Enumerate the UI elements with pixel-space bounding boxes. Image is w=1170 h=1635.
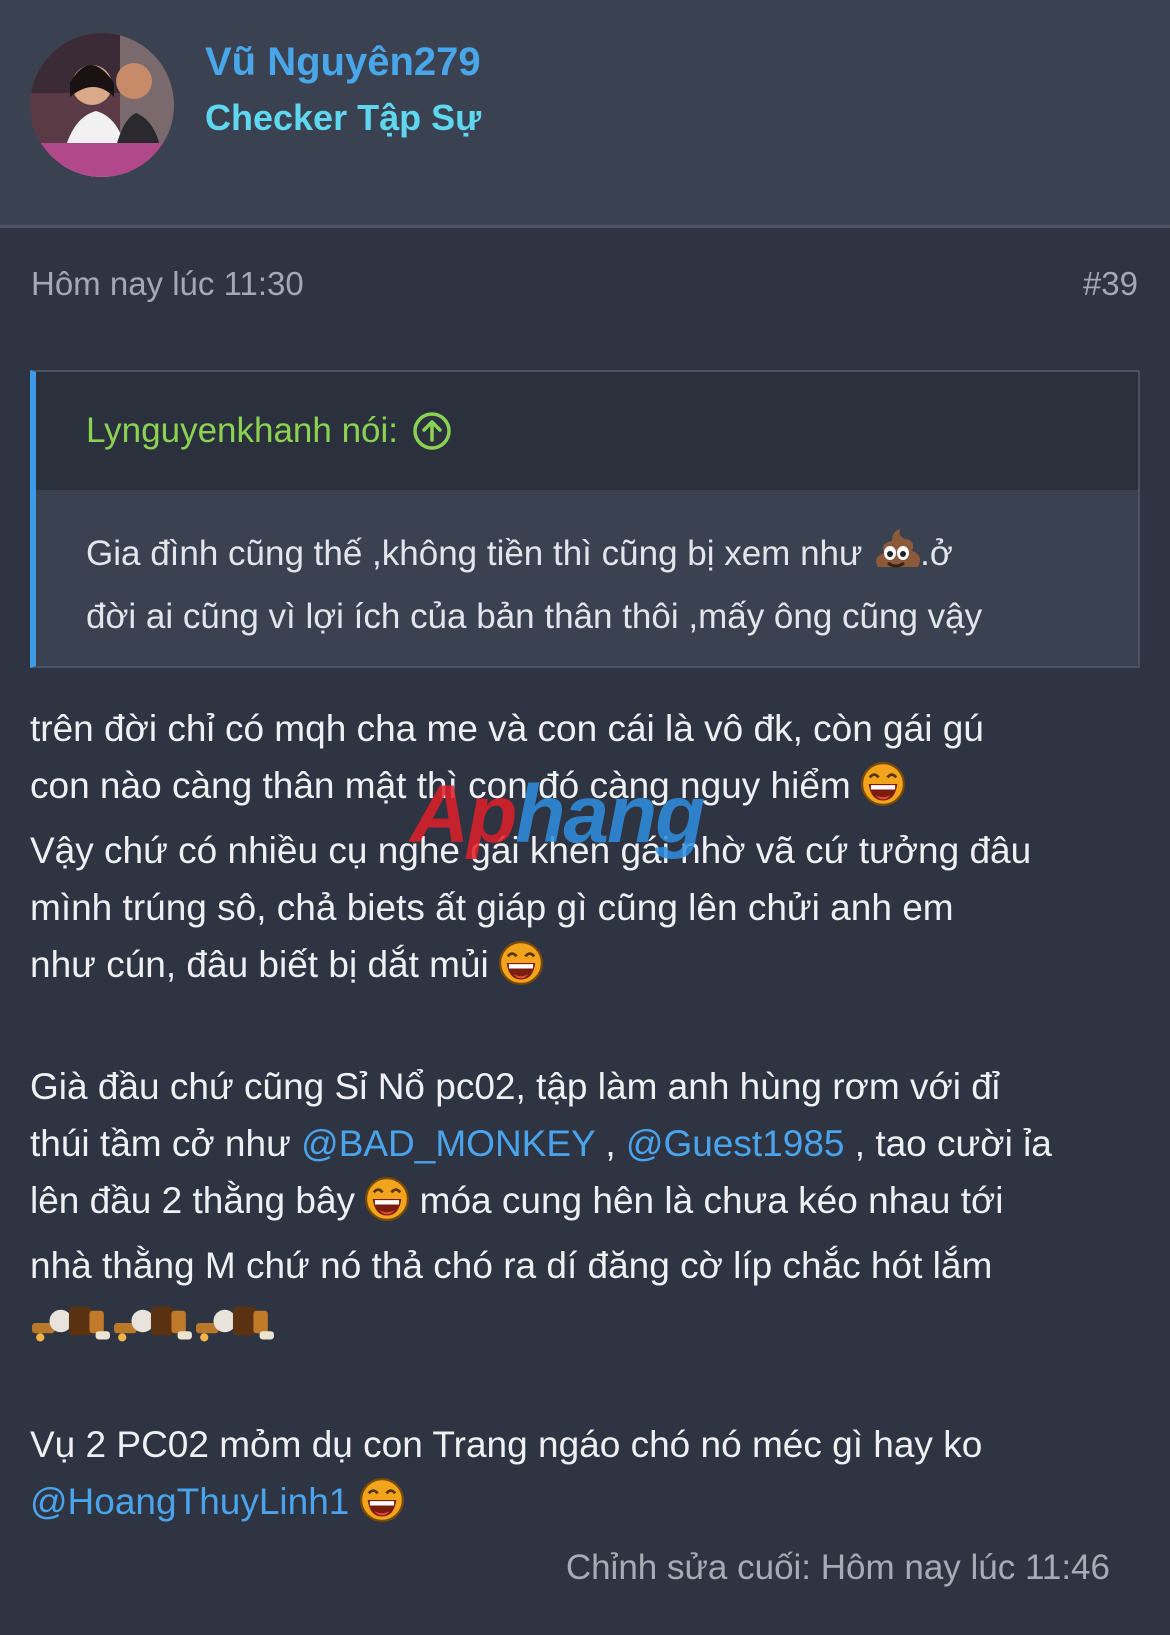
post-content: trên đời chỉ có mqh cha me và con cái là…	[30, 700, 1150, 1538]
laughing-emoji	[365, 1176, 410, 1237]
content-line: Vậy chứ có nhiều cụ nghe gái khen gái nh…	[30, 830, 1032, 871]
content-text: ,	[595, 1123, 626, 1164]
mention-link[interactable]: @Guest1985	[626, 1123, 845, 1164]
quote-author[interactable]: Lynguyenkhanh nói:	[86, 411, 398, 451]
laughing-emoji	[359, 1477, 404, 1538]
quote-block: Lynguyenkhanh nói: Gia đình cũng thế ,kh…	[30, 370, 1140, 668]
post-header: Vũ Nguyên279 Checker Tập Sự	[0, 0, 1170, 228]
content-text: , tao cười ỉa	[844, 1123, 1052, 1164]
content-line: @HoangThuyLinh1	[30, 1473, 1150, 1538]
rocket-emoji	[30, 1299, 112, 1359]
content-line: nhà thằng M chứ nó thả chó ra dí đăng cờ…	[30, 1245, 993, 1286]
content-line: mình trúng sô, chả biets ất giáp gì cũng…	[30, 887, 954, 928]
poop-emoji	[872, 527, 921, 589]
avatar[interactable]	[30, 33, 174, 177]
content-line: như cún, đâu biết bị dắt mủi	[30, 936, 1150, 1001]
content-text: con nào càng thân mật thì con đó càng ng…	[30, 765, 862, 806]
rocket-emoji	[194, 1299, 276, 1359]
content-text: lên đầu 2 thằng bây	[30, 1180, 366, 1221]
content-line	[30, 1294, 1150, 1359]
laughing-emoji	[498, 940, 544, 1001]
content-text: như cún, đâu biết bị dắt mủi	[30, 944, 500, 985]
mention-link[interactable]: @BAD_MONKEY	[301, 1123, 595, 1164]
avatar-photo	[30, 33, 174, 177]
content-line: Già đầu chứ cũng Sỉ Nổ pc02, tập làm anh…	[30, 1066, 1001, 1107]
laughing-emoji	[860, 761, 906, 822]
quote-text: Gia đình cũng thế ,không tiền thì cũng b…	[86, 534, 873, 573]
post-number[interactable]: #39	[1083, 265, 1138, 303]
quote-header: Lynguyenkhanh nói:	[36, 372, 1138, 490]
content-line: thúi tầm cở như @BAD_MONKEY , @Guest1985…	[30, 1115, 1150, 1172]
quote-text: .ở	[920, 534, 953, 573]
content-text: thúi tầm cở như	[30, 1123, 302, 1164]
arrow-up-circle-icon[interactable]	[412, 411, 452, 451]
quote-body: Gia đình cũng thế ,không tiền thì cũng b…	[36, 490, 1138, 644]
post-timestamp[interactable]: Hôm nay lúc 11:30	[31, 265, 304, 303]
last-edited-note: Chỉnh sửa cuối: Hôm nay lúc 11:46	[565, 1548, 1110, 1587]
quote-line: đời ai cũng vì lợi ích của bản thân thôi…	[86, 597, 983, 636]
content-line: Vụ 2 PC02 mỏm dụ con Trang ngáo chó nó m…	[30, 1424, 983, 1465]
mention-link[interactable]: @HoangThuyLinh1	[30, 1481, 349, 1522]
quote-line: Gia đình cũng thế ,không tiền thì cũng b…	[86, 526, 1098, 589]
content-line: trên đời chỉ có mqh cha me và con cái là…	[30, 708, 984, 749]
content-line: lên đầu 2 thằng bây móa cung hên là chưa…	[30, 1172, 1150, 1237]
rocket-emoji	[112, 1299, 194, 1359]
user-title: Checker Tập Sự	[205, 97, 482, 138]
content-line: con nào càng thân mật thì con đó càng ng…	[30, 757, 1150, 822]
content-text: móa cung hên là chưa kéo nhau tới	[409, 1180, 1004, 1221]
user-name[interactable]: Vũ Nguyên279	[205, 40, 481, 85]
